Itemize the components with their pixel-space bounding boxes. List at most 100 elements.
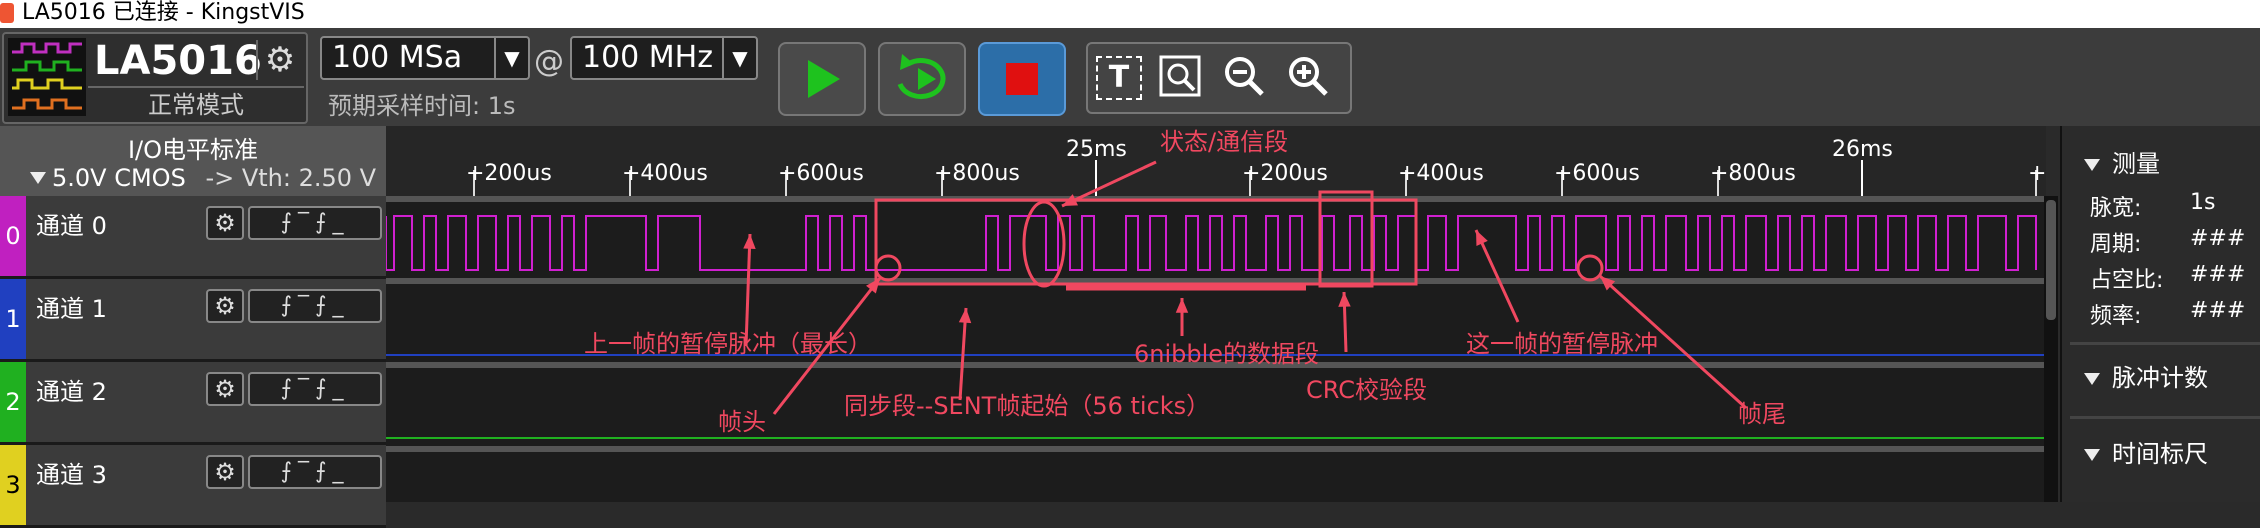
sample-rate-value: 100 MHz xyxy=(582,40,713,75)
device-settings-gear-icon[interactable]: ⚙ xyxy=(256,40,302,80)
channel-row-0[interactable]: 0 通道 0 ⚙ ⨍‾⨍_ xyxy=(0,196,386,279)
ruler-tick-label: +400us xyxy=(1398,161,1484,186)
trigger-mode-selector[interactable]: ⨍‾⨍_ xyxy=(248,372,382,406)
vth-value: -> Vth: 2.50 V xyxy=(205,164,377,192)
ruler-tick-label: +400us xyxy=(622,161,708,186)
right-panel: 测量 脉宽: 1s 周期: ### 占空比: ### 频率: ### 脉冲计数 时间标尺 xyxy=(2060,126,2260,502)
channel-row-2[interactable]: 2 通道 2 ⚙ ⨍‾⨍_ xyxy=(0,362,386,445)
value: ### xyxy=(2190,226,2246,251)
channel-name[interactable]: 通道 3 xyxy=(36,455,107,490)
annotation-circle-head xyxy=(874,254,902,282)
ruler-tick-label: +200us xyxy=(466,161,552,186)
annotation-arrowhead xyxy=(1175,298,1189,313)
pulse-count-section-header[interactable]: 脉冲计数 xyxy=(2084,358,2208,393)
waveform-area[interactable]: +200us +400us +600us +800us +200us +400us +600… xyxy=(385,126,2102,502)
play-icon xyxy=(808,60,840,98)
chevron-down-icon[interactable]: ▼ xyxy=(722,38,756,78)
channel-settings-gear-icon[interactable]: ⚙ xyxy=(206,455,244,489)
zoom-fit-icon[interactable] xyxy=(1156,54,1204,102)
app-icon xyxy=(0,3,14,23)
stop-button[interactable] xyxy=(978,42,1066,116)
sample-depth-select[interactable]: 100 MSa ▼ xyxy=(320,36,530,80)
repeat-start-button[interactable] xyxy=(878,42,966,116)
annotation-label: 帧尾 xyxy=(1738,400,1786,428)
channel-name[interactable]: 通道 1 xyxy=(36,289,107,324)
sample-depth-value: 100 MSa xyxy=(332,40,463,75)
annotation-arrowhead xyxy=(958,308,972,324)
io-standard-title: I/O电平标准 xyxy=(127,136,259,164)
collapse-arrow-icon xyxy=(2084,449,2100,461)
channel-row-3[interactable]: 3 通道 3 ⚙ ⨍‾⨍_ xyxy=(0,445,386,528)
collapse-arrow-icon xyxy=(2084,159,2100,171)
stop-icon xyxy=(1006,63,1038,95)
collapse-arrow-icon[interactable] xyxy=(30,172,46,184)
divider xyxy=(2070,342,2260,345)
io-standard-header: I/O电平标准 5.0V CMOS -> Vth: 2.50 V xyxy=(0,126,386,198)
scrollbar-thumb[interactable] xyxy=(2046,200,2056,320)
ruler-tick-label: +200u xyxy=(2028,161,2046,186)
label: 频率: xyxy=(2090,304,2142,329)
ruler-tick-label: +800us xyxy=(1710,161,1796,186)
measure-row-period: 周期: ### xyxy=(2090,226,2245,258)
channel-name[interactable]: 通道 2 xyxy=(36,372,107,407)
value: ### xyxy=(2190,298,2246,323)
label: 周期: xyxy=(2090,232,2142,257)
channel-name[interactable]: 通道 0 xyxy=(36,206,107,241)
trigger-mode-selector[interactable]: ⨍‾⨍_ xyxy=(248,206,382,240)
annotation-label: 同步段--SENT帧起始（56 ticks） xyxy=(844,392,1210,420)
sample-rate-select[interactable]: 100 MHz ▼ xyxy=(570,36,758,80)
channel-settings-gear-icon[interactable]: ⚙ xyxy=(206,372,244,406)
ruler-tick-label: +800us xyxy=(934,161,1020,186)
measure-section-header[interactable]: 测量 xyxy=(2084,144,2160,179)
io-standard-selector[interactable]: 5.0V CMOS -> Vth: 2.50 V xyxy=(52,164,376,192)
chevron-down-icon[interactable]: ▼ xyxy=(494,38,528,78)
label: 脉宽: xyxy=(2090,196,2142,221)
trigger-mode-selector[interactable]: ⨍‾⨍_ xyxy=(248,455,382,489)
channel-row-1[interactable]: 1 通道 1 ⚙ ⨍‾⨍_ xyxy=(0,279,386,362)
start-button[interactable] xyxy=(778,42,866,116)
expected-sample-time: 预期采样时间: 1s xyxy=(328,92,516,120)
divider xyxy=(2070,416,2260,419)
annotation-arrowhead xyxy=(743,234,756,249)
channel-number: 3 xyxy=(0,445,26,525)
annotation-circle-tail xyxy=(1576,254,1604,282)
channel-number: 1 xyxy=(0,279,26,359)
ruler-tick-label: +600us xyxy=(1554,161,1640,186)
ruler-tick-label: +600us xyxy=(778,161,864,186)
io-standard-value: 5.0V CMOS xyxy=(52,164,186,192)
annotation-arrowhead xyxy=(1338,292,1351,307)
zoom-out-icon[interactable] xyxy=(1220,54,1268,102)
label: 占空比: xyxy=(2090,268,2164,293)
device-name: LA5016 xyxy=(94,38,262,84)
ruler-major-label: 25ms xyxy=(1066,137,1127,162)
measure-row-width: 脉宽: 1s xyxy=(2090,190,2215,222)
annotation-label: 上一帧的暂停脉冲（最长） xyxy=(584,330,872,358)
measure-row-duty: 占空比: ### xyxy=(2090,262,2245,294)
annotation-label: 状态/通信段 xyxy=(1160,128,1288,156)
collapse-arrow-icon xyxy=(2084,373,2100,385)
annotation-label: CRC校验段 xyxy=(1306,376,1427,404)
channel-settings-gear-icon[interactable]: ⚙ xyxy=(206,289,244,323)
at-symbol: @ xyxy=(534,44,564,79)
time-marker-section-header[interactable]: 时间标尺 xyxy=(2084,434,2208,469)
value: 1s xyxy=(2190,190,2216,215)
text-annotation-icon[interactable]: T xyxy=(1096,56,1142,100)
waveform-canvas[interactable]: +200us +400us +600us +800us +200us +400us +600… xyxy=(385,126,2102,502)
channel-0-trace xyxy=(385,215,2037,271)
device-panel: LA5016 ⚙ 正常模式 xyxy=(2,32,308,124)
channel-settings-gear-icon[interactable]: ⚙ xyxy=(206,206,244,240)
ruler-major-label: 26ms xyxy=(1832,137,1893,162)
logic-analyzer-icon xyxy=(8,38,86,116)
pulse-count-title: 脉冲计数 xyxy=(2112,364,2208,392)
trigger-mode-selector[interactable]: ⨍‾⨍_ xyxy=(248,289,382,323)
vertical-scrollbar[interactable] xyxy=(2044,196,2058,502)
annotation-label: 6nibble的数据段 xyxy=(1134,340,1319,368)
time-marker-title: 时间标尺 xyxy=(2112,440,2208,468)
device-mode[interactable]: 正常模式 xyxy=(88,86,304,122)
zoom-in-icon[interactable] xyxy=(1284,54,1332,102)
view-tools: T xyxy=(1086,42,1352,114)
value: ### xyxy=(2190,262,2246,287)
window-title: LA5016 已连接 - KingstVIS xyxy=(22,0,305,25)
annotation-arrow xyxy=(1474,229,1520,323)
channel-number: 2 xyxy=(0,362,26,442)
